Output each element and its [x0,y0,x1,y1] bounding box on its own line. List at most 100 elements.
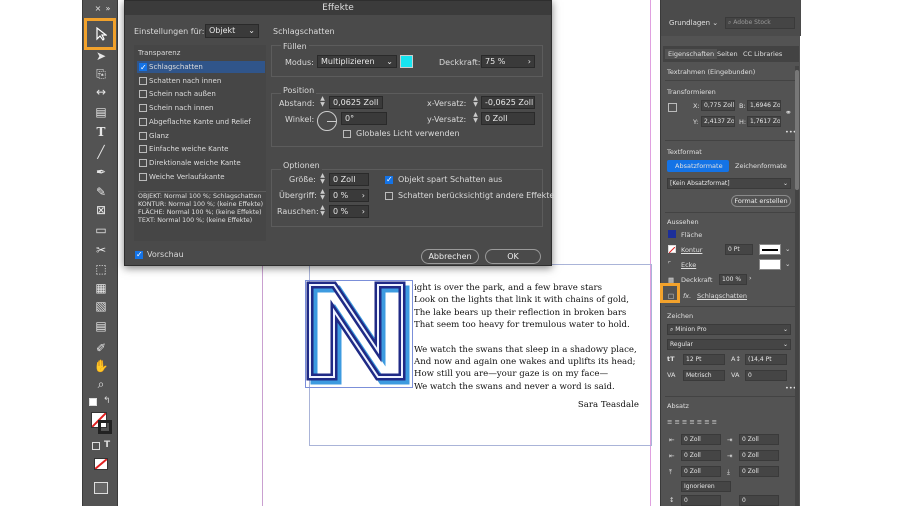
zoom-tool-icon[interactable]: ⌕ [90,376,112,392]
angle-dial[interactable] [317,111,337,131]
size-field[interactable]: 0 Zoll [329,173,369,186]
letter-frame[interactable] [305,280,413,388]
corner-shape-select[interactable] [759,259,781,270]
hand-tool-icon[interactable]: ✋ [90,358,112,374]
apply-none-icon[interactable] [94,458,108,470]
space-after-field[interactable]: 0 Zoll [739,466,779,477]
formatting-container-icon[interactable] [92,442,100,450]
tab-pages[interactable]: Seiten [717,50,738,58]
effect-checkbox[interactable] [139,117,147,126]
stepper-icon[interactable]: ▲ ▼ [318,173,327,186]
font-size-field[interactable]: 12 Pt [683,354,725,365]
alignment-buttons[interactable]: ≡≡≡≡≡≡≡ [667,418,719,426]
fx-label[interactable]: Schlagschatten [697,292,747,300]
effect-item[interactable]: Schlagschatten [137,61,265,74]
gradient-swatch-tool-icon[interactable]: ▦ [90,280,112,296]
free-transform-tool-icon[interactable]: ⬚ [90,261,112,277]
preview-checkbox[interactable] [135,250,143,259]
note-tool-icon[interactable]: ▤ [90,318,112,334]
effect-item[interactable]: Direktionale weiche Kante [137,157,265,169]
para-style-select[interactable]: [Kein Absatzformat] ⌄ [667,178,791,189]
effect-item[interactable]: Schatten nach innen [137,75,265,87]
tracking-field[interactable]: 0 [745,370,787,381]
eyedropper-tool-icon[interactable]: ✐ [90,340,112,356]
chevron-down-icon[interactable]: ⌄ [785,260,790,268]
ok-button[interactable]: OK [485,249,541,264]
default-colors-icon[interactable] [89,398,97,406]
link-icon[interactable]: ⚭ [785,108,792,117]
tab-cc-libraries[interactable]: CC Libraries [743,50,782,58]
scissors-tool-icon[interactable]: ✂ [90,242,112,258]
effect-checkbox[interactable] [139,172,147,181]
stepper-icon[interactable]: ▲ ▼ [318,96,327,109]
leading-field[interactable]: (14,4 Pt [745,354,787,365]
stepper-icon[interactable]: ▲ ▼ [318,205,327,218]
formatting-text-icon[interactable]: T [104,440,110,450]
stock-search-input[interactable]: ⌕ Adobe Stock [725,17,795,29]
scrollbar-thumb[interactable] [795,70,799,190]
stepper-icon[interactable]: ▲ ▼ [318,189,327,202]
knockout-checkbox[interactable] [385,175,393,184]
distance-field[interactable]: 0,0625 Zoll [329,96,383,109]
effect-item[interactable]: Abgeflachte Kante und Relief [137,116,265,128]
stroke-color-icon[interactable] [98,420,112,434]
panel-scrollbar[interactable] [795,66,799,506]
spread-field[interactable]: 0 % › [329,189,369,202]
effect-item[interactable]: Glanz [137,130,265,142]
effect-checkbox[interactable] [139,90,147,99]
effect-checkbox[interactable] [139,131,147,140]
stroke-weight-field[interactable]: 0 Pt [725,244,753,255]
font-style-select[interactable]: Regular ⌄ [667,339,791,350]
cancel-button[interactable]: Abbrechen [421,249,479,264]
last-line-indent-field[interactable]: 0 Zoll [739,450,779,461]
stroke-swatch[interactable] [668,245,676,254]
tab-character-styles[interactable]: Zeichenformate [735,162,787,170]
shadow-color-swatch[interactable] [400,55,413,68]
drop-cap-lines-field[interactable]: 0 [681,495,721,506]
stroke-label[interactable]: Kontur [681,246,702,254]
type-tool-icon[interactable]: T [90,124,112,140]
collapse-icon[interactable]: » [97,0,119,16]
y-field[interactable]: 2,4137 Zoll [701,116,735,127]
angle-field[interactable]: 0° [341,112,387,125]
opacity-field[interactable]: 100 % [719,274,747,285]
first-line-indent-field[interactable]: 0 Zoll [681,450,721,461]
create-style-button[interactable]: Format erstellen [731,195,791,207]
xoffset-field[interactable]: -0,0625 Zoll [481,96,535,109]
gradient-feather-tool-icon[interactable]: ▧ [90,298,112,314]
tab-properties[interactable]: Eigenschaften [665,49,718,59]
fx-icon[interactable]: fx. [683,292,691,300]
gap-tool-icon[interactable]: ↔ [90,84,112,100]
reference-point-icon[interactable] [668,103,677,112]
poem-text[interactable]: ight is over the park, and a few brave s… [414,282,644,412]
stepper-icon[interactable]: ▲ ▼ [471,112,480,125]
chevron-down-icon[interactable]: ⌄ [785,245,790,253]
mode-select[interactable]: Multiplizieren ⌄ [317,55,397,68]
effect-checkbox[interactable] [139,145,147,154]
width-field[interactable]: 1,6946 Zoll [747,100,781,111]
content-collector-icon[interactable]: ▤ [90,104,112,120]
font-family-select[interactable]: ⌕ Minion Pro ⌄ [667,324,791,335]
noise-field[interactable]: 0 % › [329,205,369,218]
swap-colors-icon[interactable]: ↰ [103,396,111,406]
screen-mode-icon[interactable] [94,482,108,494]
drop-cap-chars-field[interactable]: 0 [739,495,779,506]
kerning-field[interactable]: Metrisch [683,370,725,381]
line-tool-icon[interactable]: ╱ [90,144,112,160]
effect-item[interactable]: Schein nach innen [137,102,265,114]
fill-swatch[interactable] [668,230,676,238]
right-indent-field[interactable]: 0 Zoll [739,434,779,445]
effect-item[interactable]: Einfache weiche Kante [137,143,265,155]
x-field[interactable]: 0,775 Zoll [701,100,735,111]
height-field[interactable]: 1,7617 Zoll [747,116,781,127]
effect-checkbox[interactable] [139,104,147,113]
hyphenation-select[interactable]: Ignorieren [681,481,731,492]
effect-item[interactable]: Schein nach außen [137,88,265,100]
direct-selection-tool-icon[interactable]: ➤ [90,48,112,64]
global-light-checkbox[interactable] [343,130,351,138]
space-before-field[interactable]: 0 Zoll [681,466,721,477]
effect-checkbox[interactable] [139,62,147,74]
stroke-type-select[interactable] [759,244,781,255]
stepper-icon[interactable]: ▲ ▼ [471,96,480,109]
effect-checkbox[interactable] [139,76,147,85]
